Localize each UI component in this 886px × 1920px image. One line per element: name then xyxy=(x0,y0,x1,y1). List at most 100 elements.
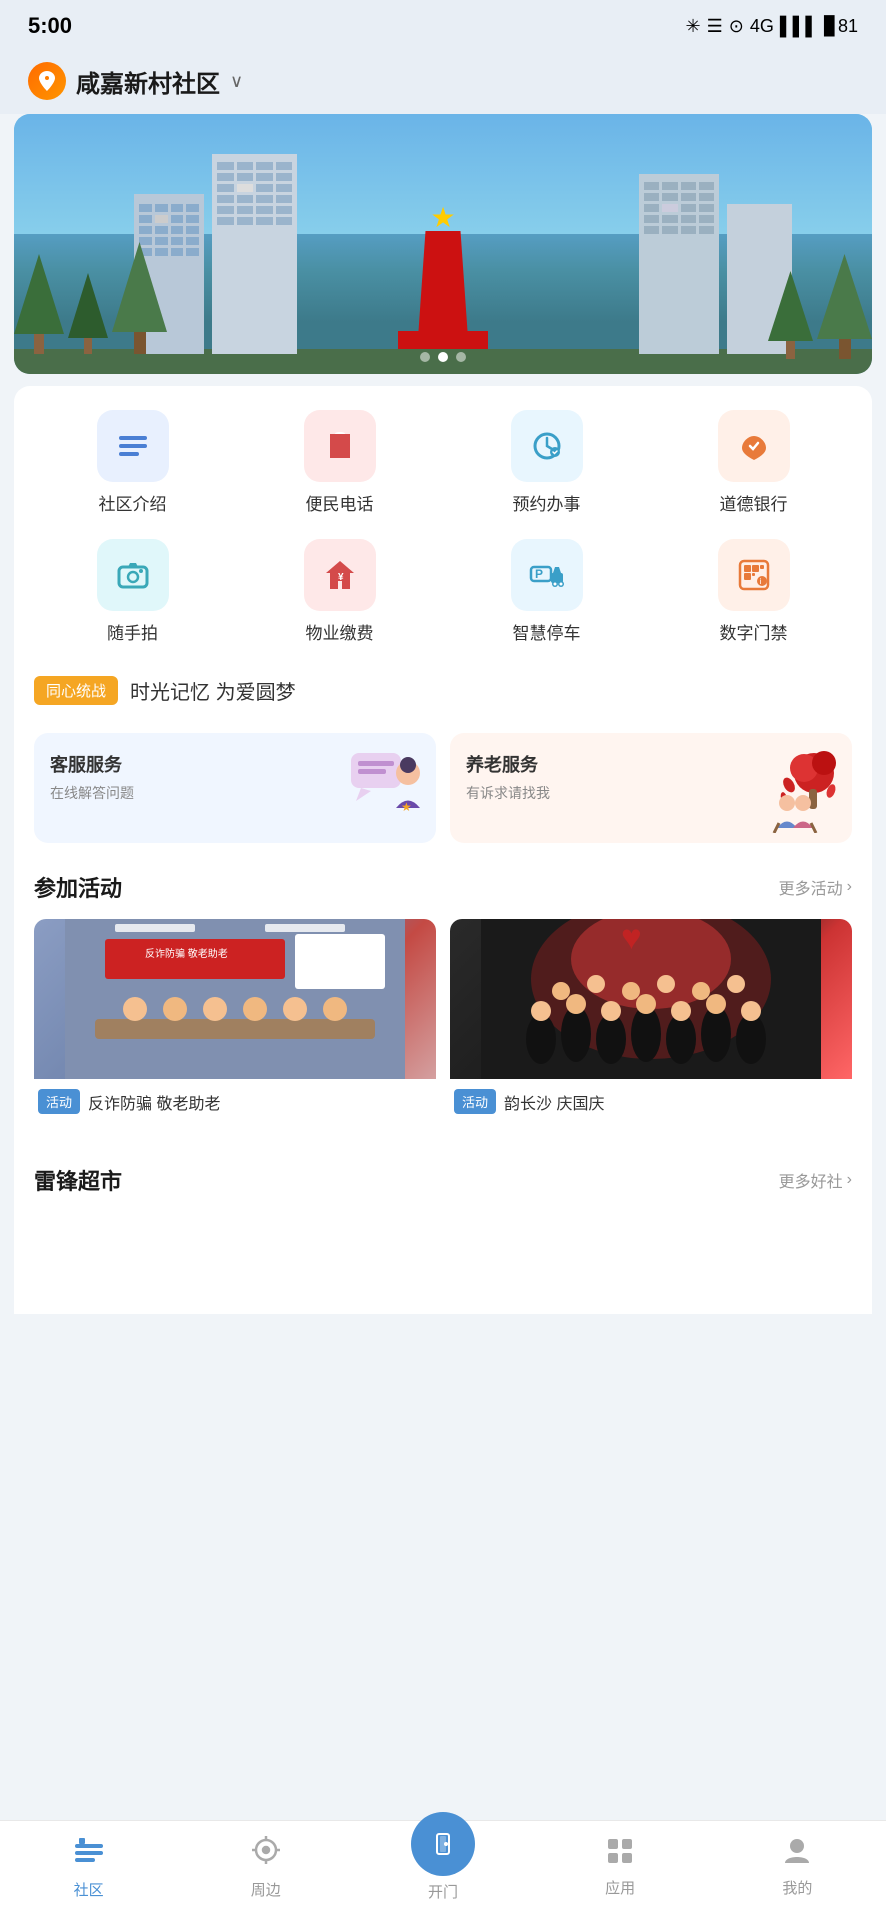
menu-label-moral-bank: 道德银行 xyxy=(720,490,788,515)
nav-item-mine[interactable]: 我的 xyxy=(757,1835,837,1898)
nav-open-door-icon xyxy=(411,1812,475,1876)
menu-item-smart-parking[interactable]: P 智慧停车 xyxy=(448,539,645,644)
svg-text:P: P xyxy=(535,567,543,581)
activity-name-1: 反诈防骗 敬老助老 xyxy=(88,1090,220,1114)
nav-item-community[interactable]: 社区 xyxy=(49,1834,129,1900)
nav-mine-label: 我的 xyxy=(782,1877,812,1898)
menu-item-property-fee[interactable]: ¥ 物业缴费 xyxy=(241,539,438,644)
more-stores-label: 更多好社 xyxy=(779,1168,843,1192)
nav-open-door-label: 开门 xyxy=(428,1881,458,1902)
more-activities-button[interactable]: 更多活动 › xyxy=(779,875,852,899)
activity-badge-1: 活动 xyxy=(38,1089,80,1114)
bottom-section-header: 雷锋超市 更多好社 › xyxy=(34,1148,852,1204)
signal-icon: ☰ xyxy=(707,16,723,37)
bluetooth-icon: ✳ xyxy=(686,16,701,37)
nav-nearby-icon xyxy=(250,1834,282,1874)
dot-2[interactable] xyxy=(438,352,448,362)
activities-header: 参加活动 更多活动 › xyxy=(34,871,852,903)
activity-info-2: 活动 韵长沙 庆国庆 xyxy=(450,1079,852,1120)
building-3 xyxy=(639,174,719,354)
promo-section: 同心统战 时光记忆 为爱圆梦 xyxy=(34,668,852,713)
more-activities-label: 更多活动 xyxy=(779,875,843,899)
service-card-elderly[interactable]: 养老服务 有诉求请找我 xyxy=(450,733,852,843)
banner-image: ★ xyxy=(14,114,872,374)
menu-item-digital-gate[interactable]: i 数字门禁 xyxy=(655,539,852,644)
svg-text:i: i xyxy=(759,577,761,586)
signal-bars-icon: ▌▌▌ xyxy=(780,16,818,37)
nav-mine-icon xyxy=(781,1835,813,1872)
activity-badge-2: 活动 xyxy=(454,1089,496,1114)
tree-1 xyxy=(14,254,64,354)
banner-carousel[interactable]: ★ xyxy=(14,114,872,374)
service-card-customer[interactable]: 客服服务 在线解答问题 ★ xyxy=(34,733,436,843)
nav-item-apps[interactable]: 应用 xyxy=(580,1835,660,1898)
building-2 xyxy=(212,154,297,354)
bottom-nav: 社区 周边 开门 xyxy=(0,1820,886,1920)
tree-3 xyxy=(112,242,167,354)
main-content: 社区介绍 便民电话 xyxy=(14,386,872,1314)
more-stores-button[interactable]: 更多好社 › xyxy=(779,1168,852,1192)
battery-icon: ▊81 xyxy=(824,16,858,37)
customer-service-illustration: ★ xyxy=(346,743,426,835)
menu-label-snap: 随手拍 xyxy=(107,619,158,644)
community-name: 咸嘉新村社区 xyxy=(76,64,220,99)
menu-label-smart-parking: 智慧停车 xyxy=(513,619,581,644)
network-icon: 4G xyxy=(750,16,774,37)
menu-item-phone[interactable]: 便民电话 xyxy=(241,410,438,515)
monument: ★ xyxy=(398,231,488,349)
nav-apps-icon xyxy=(604,1835,636,1872)
bottom-section-title: 雷锋超市 xyxy=(34,1164,122,1196)
status-bar: 5:00 ✳ ☰ ⊙ 4G ▌▌▌ ▊81 xyxy=(0,0,886,50)
status-time: 5:00 xyxy=(28,13,72,39)
dropdown-arrow-icon[interactable]: ∨ xyxy=(230,71,243,92)
dot-3[interactable] xyxy=(456,352,466,362)
appointment-icon xyxy=(511,410,583,482)
menu-item-moral-bank[interactable]: 道德银行 xyxy=(655,410,852,515)
trees-right xyxy=(768,254,872,359)
app-logo xyxy=(28,62,66,100)
tree-5 xyxy=(817,254,872,359)
trees-left xyxy=(14,242,167,354)
more-stores-icon: › xyxy=(847,1171,852,1189)
activity-card-2[interactable]: ♥ 活动 韵长沙 庆国庆 xyxy=(450,919,852,1120)
promo-tag: 同心统战 xyxy=(34,676,118,705)
moral-bank-icon xyxy=(718,410,790,482)
menu-item-appointment[interactable]: 预约办事 xyxy=(448,410,645,515)
status-icons: ✳ ☰ ⊙ 4G ▌▌▌ ▊81 xyxy=(686,16,858,37)
menu-label-digital-gate: 数字门禁 xyxy=(720,619,788,644)
nav-item-nearby[interactable]: 周边 xyxy=(226,1834,306,1900)
nav-apps-label: 应用 xyxy=(605,1877,635,1898)
snap-icon xyxy=(97,539,169,611)
tree-2 xyxy=(68,273,108,354)
community-intro-icon xyxy=(97,410,169,482)
activity-info-1: 活动 反诈防骗 敬老助老 xyxy=(34,1079,436,1120)
phone-icon xyxy=(304,410,376,482)
activity-card-1[interactable]: 反诈防骗 敬老助老 活动 反诈防骗 敬老助老 xyxy=(34,919,436,1120)
menu-label-appointment: 预约办事 xyxy=(513,490,581,515)
more-activities-icon: › xyxy=(847,878,852,896)
menu-grid: 社区介绍 便民电话 xyxy=(34,410,852,644)
activities-title: 参加活动 xyxy=(34,871,122,903)
activity-img-1: 反诈防骗 敬老助老 xyxy=(34,919,436,1079)
menu-label-property-fee: 物业缴费 xyxy=(306,619,374,644)
activity-img-2: ♥ xyxy=(450,919,852,1079)
nav-community-label: 社区 xyxy=(74,1879,104,1900)
menu-item-community-intro[interactable]: 社区介绍 xyxy=(34,410,231,515)
menu-item-snap[interactable]: 随手拍 xyxy=(34,539,231,644)
menu-label-phone: 便民电话 xyxy=(306,490,374,515)
nav-nearby-label: 周边 xyxy=(251,1879,281,1900)
activity-cards: 反诈防骗 敬老助老 活动 反诈防骗 敬老助老 xyxy=(34,919,852,1120)
wifi-icon: ⊙ xyxy=(729,16,744,37)
dot-1[interactable] xyxy=(420,352,430,362)
property-fee-icon: ¥ xyxy=(304,539,376,611)
header: 咸嘉新村社区 ∨ xyxy=(0,50,886,114)
menu-label-community-intro: 社区介绍 xyxy=(99,490,167,515)
carousel-dots xyxy=(420,352,466,362)
smart-parking-icon: P xyxy=(511,539,583,611)
digital-gate-icon: i xyxy=(718,539,790,611)
svg-text:★: ★ xyxy=(401,800,412,814)
nav-community-icon xyxy=(73,1834,105,1874)
nav-item-open-door[interactable]: 开门 xyxy=(403,1832,483,1902)
promo-text: 时光记忆 为爱圆梦 xyxy=(130,676,296,705)
activity-name-2: 韵长沙 庆国庆 xyxy=(504,1090,604,1114)
